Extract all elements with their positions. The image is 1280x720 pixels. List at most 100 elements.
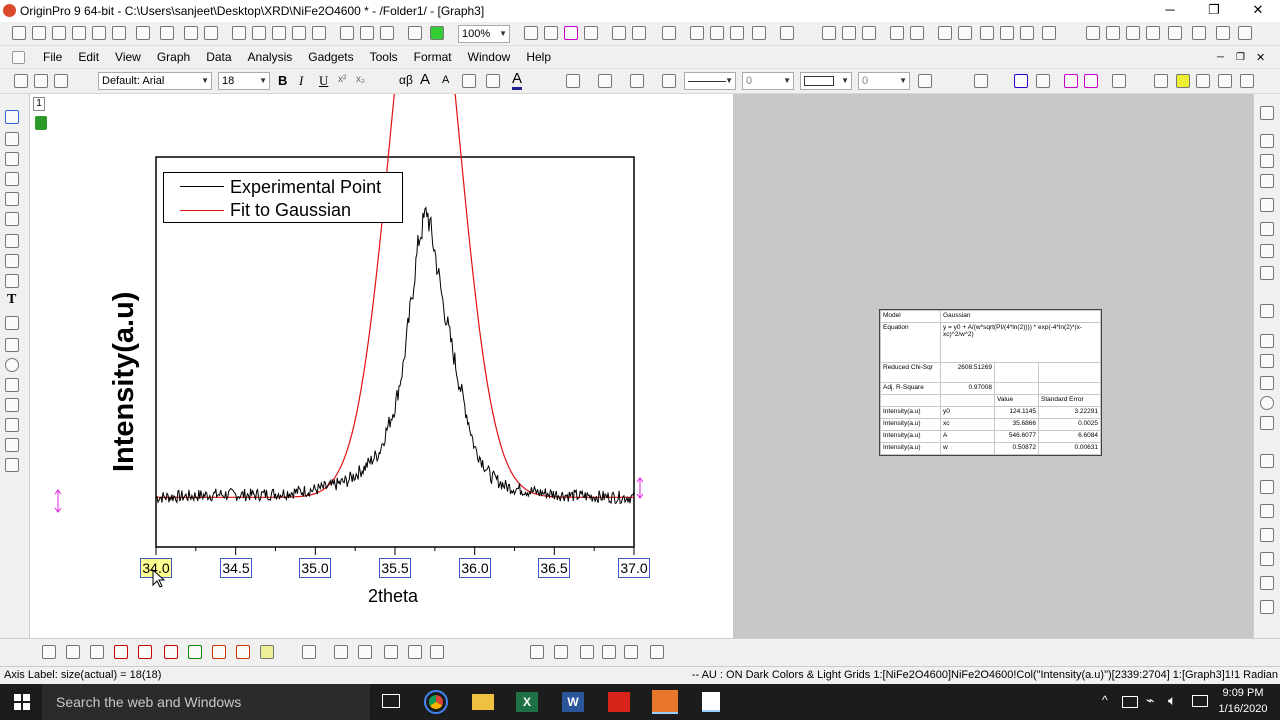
x-tick-label[interactable]: 34.5 — [220, 558, 252, 578]
chrome-icon[interactable] — [424, 690, 448, 714]
windows-start-icon[interactable] — [14, 694, 30, 710]
grid-snap-icon[interactable] — [650, 645, 664, 659]
align-top-icon[interactable] — [1260, 528, 1274, 542]
minimize-button[interactable]: ─ — [1148, 0, 1192, 22]
align-objects-icon[interactable] — [1240, 74, 1254, 88]
y-axis-title[interactable]: Intensity(a.u) — [108, 292, 140, 472]
pattern-icon[interactable] — [598, 74, 612, 88]
mdi-restore-button[interactable]: ❐ — [1236, 52, 1245, 63]
group-objects-icon[interactable] — [1196, 74, 1210, 88]
mdi-minimize-button[interactable]: ─ — [1217, 52, 1224, 63]
back-icon[interactable] — [1176, 74, 1190, 88]
message-log-icon[interactable] — [730, 26, 744, 40]
3d-bar-icon[interactable] — [334, 645, 348, 659]
gaussian-fit-icon[interactable] — [842, 26, 856, 40]
sort-icon[interactable] — [862, 26, 876, 40]
add-table-icon[interactable] — [1260, 416, 1274, 430]
new-workbook-icon[interactable] — [32, 26, 46, 40]
menu-graph[interactable]: Graph — [149, 47, 198, 67]
origin-app-icon[interactable] — [3, 4, 16, 17]
cut-icon[interactable] — [14, 74, 28, 88]
distribute-icon[interactable] — [554, 645, 568, 659]
menu-format[interactable]: Format — [406, 47, 460, 67]
originpro-taskbar-icon[interactable] — [652, 690, 678, 714]
increase-font-button[interactable]: A — [420, 71, 430, 88]
graph-info-icon[interactable] — [1260, 376, 1274, 390]
subscript-button[interactable]: x₂ — [356, 74, 365, 85]
code-builder-icon[interactable] — [612, 26, 626, 40]
battery-icon[interactable]: ⌁ — [1146, 692, 1154, 709]
duplicate-icon[interactable] — [564, 26, 578, 40]
3d-surface-icon[interactable] — [302, 645, 316, 659]
align-left-icon[interactable] — [462, 74, 476, 88]
chevron-up-icon[interactable]: ^ — [1102, 693, 1108, 707]
line-symbol-plot-icon[interactable] — [90, 645, 104, 659]
import-multiple-icon[interactable] — [360, 26, 374, 40]
clock-time[interactable]: 9:09 PM — [1218, 687, 1268, 699]
new-matrix-icon[interactable] — [92, 26, 106, 40]
contour-icon[interactable] — [384, 645, 398, 659]
disregard-icon[interactable] — [1192, 26, 1206, 40]
line-style-select[interactable]: ▼ — [684, 72, 736, 90]
grid-icon[interactable] — [974, 74, 988, 88]
area-plot-icon[interactable] — [188, 645, 202, 659]
zoom-out-icon[interactable] — [5, 152, 19, 166]
line-color-icon[interactable] — [630, 74, 644, 88]
data-selector-icon[interactable] — [5, 234, 19, 248]
align-vertical-icon[interactable] — [624, 645, 638, 659]
decrease-font-button[interactable]: A — [442, 74, 449, 86]
border-width-select[interactable]: 0 ▼ — [858, 72, 910, 90]
file-explorer-icon[interactable] — [472, 694, 494, 710]
swap-layer-icon[interactable] — [1084, 74, 1098, 88]
align-left-icon[interactable] — [1260, 480, 1274, 494]
menu-view[interactable]: View — [107, 47, 149, 67]
new-layout-icon[interactable] — [160, 26, 174, 40]
x-tick-label[interactable]: 35.5 — [379, 558, 411, 578]
greek-button[interactable]: αβ — [399, 73, 413, 87]
plot-handle-icon[interactable] — [636, 477, 644, 499]
multi-curve-icon[interactable] — [138, 645, 152, 659]
menu-help[interactable]: Help — [518, 47, 559, 67]
stack-icon[interactable] — [164, 645, 178, 659]
save-window-icon[interactable] — [312, 26, 326, 40]
column-plot-icon[interactable] — [114, 645, 128, 659]
import-icon[interactable] — [340, 26, 354, 40]
clock-date[interactable]: 1/16/2020 — [1214, 703, 1272, 715]
set-column-icon[interactable] — [910, 26, 924, 40]
regional-selector-icon[interactable] — [5, 254, 19, 268]
fill-pattern-icon[interactable] — [918, 74, 932, 88]
screen-reader-icon[interactable] — [5, 172, 19, 186]
group-icon[interactable] — [1216, 26, 1230, 40]
ungroup-objects-icon[interactable] — [1218, 74, 1232, 88]
ellipse-tool-icon[interactable] — [5, 358, 19, 372]
scatter-plot-icon[interactable] — [66, 645, 80, 659]
region-tool-icon[interactable] — [5, 418, 19, 432]
font-color-button[interactable]: A — [512, 71, 523, 90]
pie-plot-icon[interactable] — [212, 645, 226, 659]
paste-icon[interactable] — [54, 74, 68, 88]
table-icon[interactable] — [1260, 354, 1274, 368]
same-width-icon[interactable] — [1260, 576, 1274, 590]
statistics-icon[interactable] — [822, 26, 836, 40]
timestamp-icon[interactable] — [1260, 396, 1274, 410]
script-window-icon[interactable] — [710, 26, 724, 40]
extract-layers-icon[interactable] — [1260, 266, 1274, 280]
x-axis-title[interactable]: 2theta — [368, 586, 418, 607]
print-icon[interactable] — [524, 26, 538, 40]
object-edit-icon[interactable] — [530, 645, 544, 659]
box-plot-icon[interactable] — [236, 645, 250, 659]
copy-icon[interactable] — [34, 74, 48, 88]
acrobat-icon[interactable] — [608, 692, 630, 712]
layer-management-icon[interactable] — [1260, 106, 1274, 120]
set-as-y-icon[interactable] — [1106, 26, 1120, 40]
data-reader-icon[interactable] — [5, 192, 19, 206]
new-excel-icon[interactable] — [52, 26, 66, 40]
excel-icon[interactable]: X — [516, 692, 538, 712]
results-log-icon[interactable] — [632, 26, 646, 40]
set-values-icon[interactable] — [890, 26, 904, 40]
task-view-icon[interactable] — [382, 694, 400, 708]
set-as-error-icon[interactable] — [1146, 26, 1160, 40]
menu-tools[interactable]: Tools — [362, 47, 406, 67]
text-tool-icon[interactable]: T — [7, 292, 16, 308]
line-tool-icon[interactable] — [5, 338, 19, 352]
